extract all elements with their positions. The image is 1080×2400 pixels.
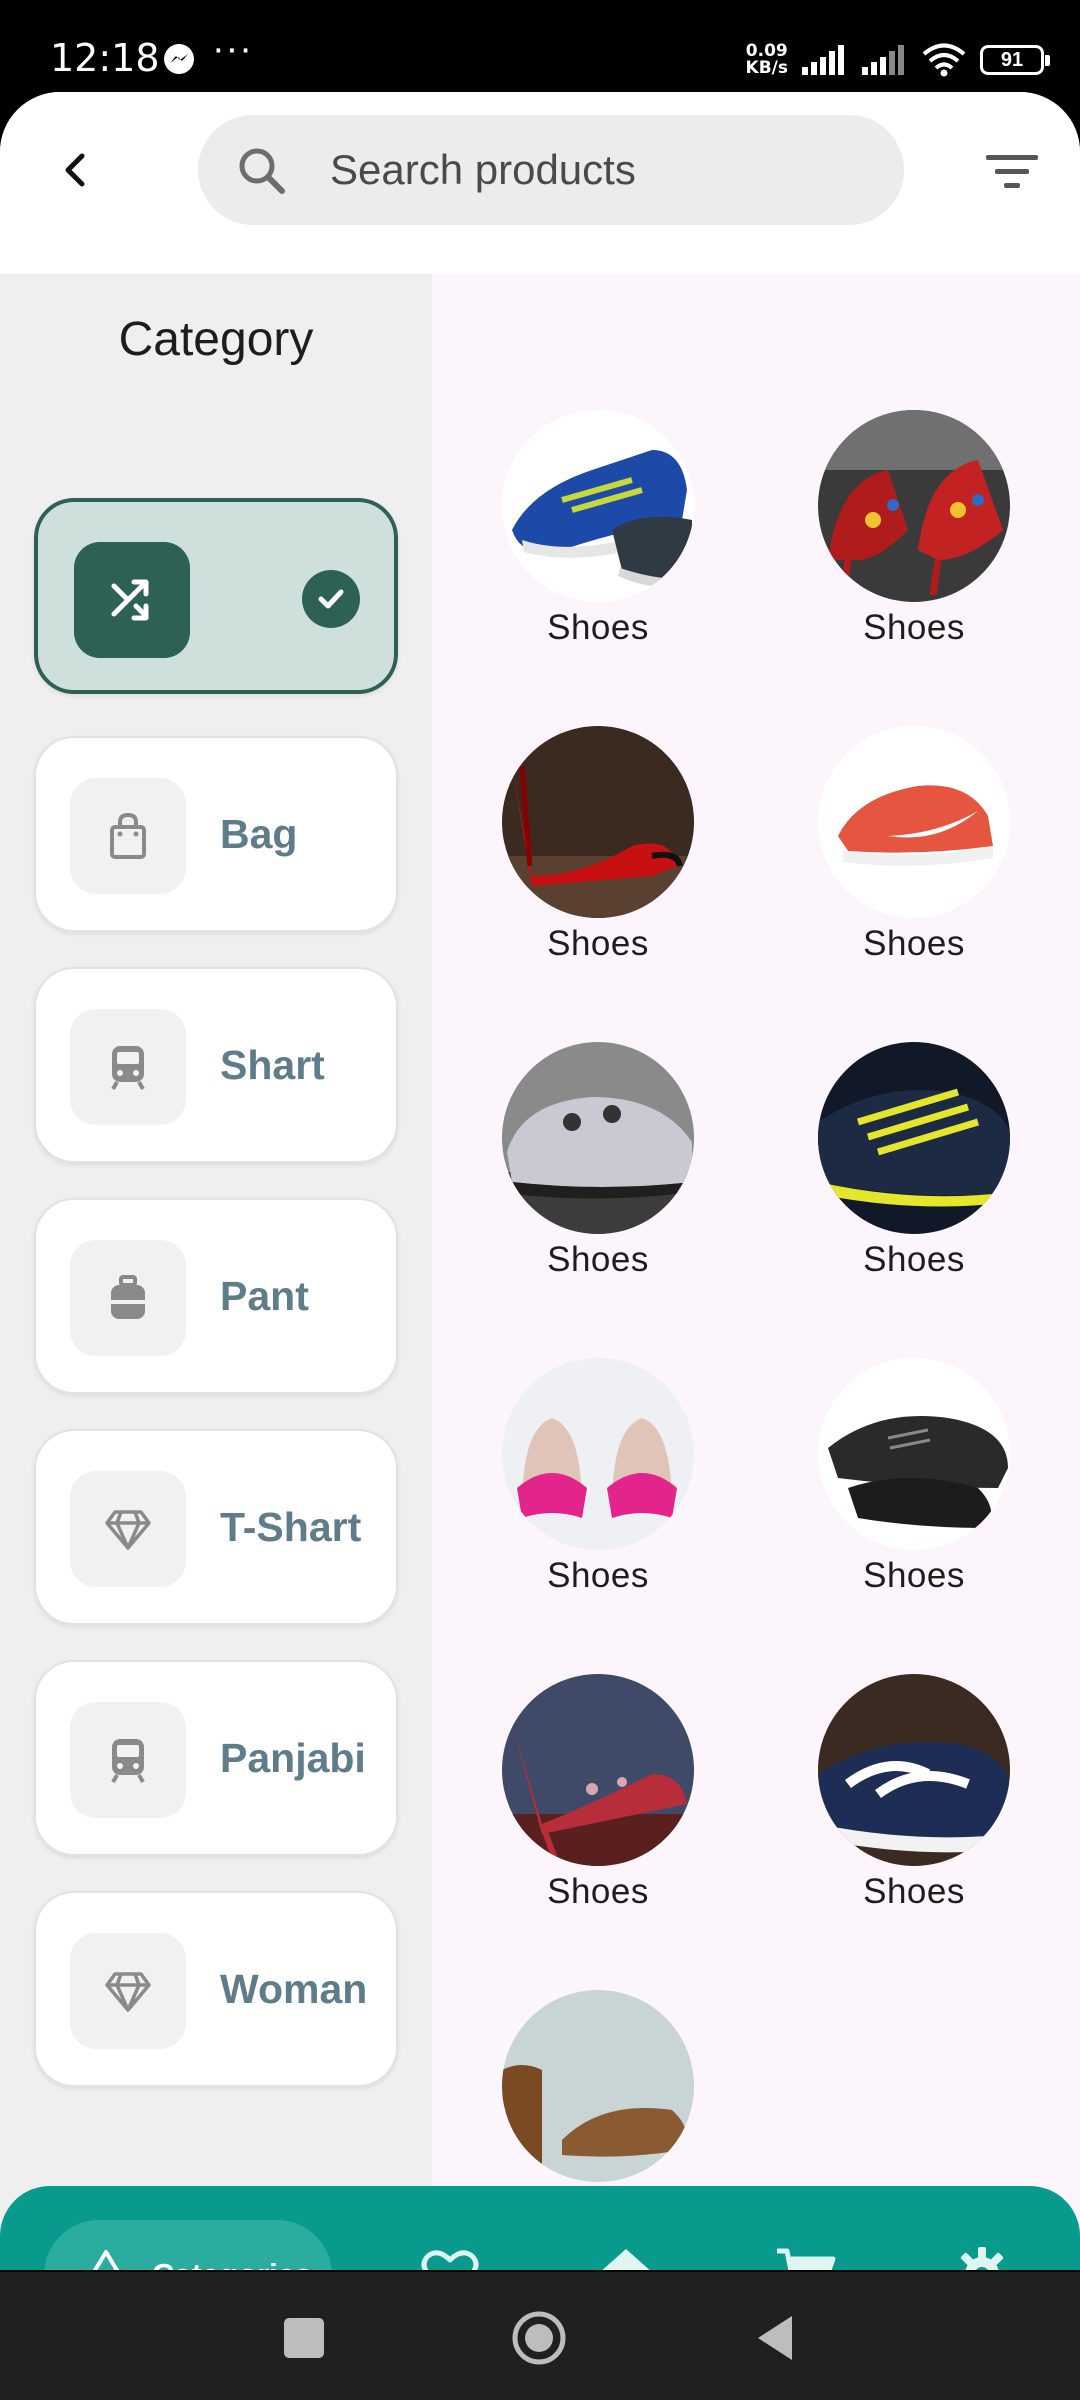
product-image-black-leather-shoes [818,1358,1010,1550]
product-grid: Shoes Shoes Shoes Shoes Shoes Shoes Shoe… [432,274,1080,2270]
product-image-floral-high-heels [818,410,1010,602]
category-label: Panjabi [220,1735,366,1781]
product-image-brown-worn-shoes [502,1990,694,2182]
status-time: 12:18 [50,36,160,80]
shuffle-icon [111,579,149,621]
search-icon [239,148,285,194]
product-name: Shoes [863,924,965,963]
product-card[interactable] [498,1990,698,2188]
product-image-red-high-heels [502,726,694,918]
wifi-icon [922,43,966,77]
product-name: Shoes [863,1556,965,1595]
category-label: Shart [220,1042,325,1088]
product-name: Shoes [547,924,649,963]
nav-categories-label: Categories [152,2220,312,2270]
messenger-icon [164,44,194,74]
suitcase-icon [111,1275,145,1319]
heart-icon [421,2250,479,2270]
product-name: Shoes [863,1872,965,1911]
home-icon [602,2249,650,2270]
chevron-left-icon [65,153,85,187]
product-name: Shoes [547,1872,649,1911]
signal-icon-2 [862,45,904,75]
category-item-pant[interactable]: Pant [34,1198,398,1394]
back-button[interactable] [48,142,104,198]
category-label: Woman [220,1966,368,2012]
cart-icon [777,2248,836,2270]
category-label: Bag [220,811,298,857]
product-card[interactable]: Shoes [814,726,1014,964]
category-label: Pant [220,1273,309,1319]
nav-cart[interactable] [774,2242,838,2270]
product-image-orange-nike-sneaker [818,726,1010,918]
category-label: T-Shart [220,1504,362,1550]
category-item-woman[interactable]: Woman [34,1891,398,2087]
check-icon [302,570,360,628]
status-indicators: 0.09 KB/s 91 [746,38,1050,82]
diamond-icon [105,1972,151,2012]
search-input[interactable] [330,115,870,225]
category-icon-box [70,1702,186,1818]
product-card[interactable]: Shoes [498,1674,698,1912]
category-icon-box [70,1009,186,1125]
product-image-grey-cycling-shoes [502,1042,694,1234]
train-icon [111,1046,145,1090]
train-icon [111,1739,145,1783]
shopping-bag-icon [110,812,146,859]
battery-level: 91 [1000,48,1024,71]
product-name: Shoes [547,1240,649,1279]
product-image-black-yellow-sneakers [818,1042,1010,1234]
category-icon-box [70,778,186,894]
category-item-all[interactable] [34,498,398,694]
filter-icon[interactable] [984,147,1040,195]
bottom-navigation: Categories [0,2186,1080,2270]
product-image-navy-white-sneakers [818,1674,1010,1866]
category-panel: Category Bag Shart Pant T-Shart Panjabi … [0,274,432,2270]
category-title: Category [118,313,314,366]
category-item-t-shart[interactable]: T-Shart [34,1429,398,1625]
category-item-shart[interactable]: Shart [34,967,398,1163]
category-item-panjabi[interactable]: Panjabi [34,1660,398,1856]
recent-apps-icon[interactable] [278,2312,330,2364]
product-card[interactable]: Shoes [498,410,698,648]
more-notifications-icon: ··· [212,28,253,70]
search-bar[interactable] [198,115,904,225]
categories-icon [92,2250,120,2270]
nav-categories[interactable]: Categories [44,2220,332,2270]
product-name: Shoes [863,1240,965,1279]
product-name: Shoes [863,608,965,647]
category-icon-box [70,1471,186,1587]
product-image-pink-bow-heels [502,1358,694,1550]
gear-icon [960,2247,1004,2270]
product-card[interactable]: Shoes [498,726,698,964]
product-card[interactable]: Shoes [498,1042,698,1280]
network-speed: 0.09 KB/s [746,43,788,77]
product-name: Shoes [547,1556,649,1595]
back-triangle-icon[interactable] [752,2312,804,2364]
battery-icon: 91 [980,45,1050,75]
product-image-blue-sneakers [502,410,694,602]
nav-favorites[interactable] [418,2242,482,2270]
home-button-icon[interactable] [510,2309,568,2367]
product-image-red-patterned-heels [502,1674,694,1866]
category-icon-box [70,1240,186,1356]
nav-settings[interactable] [950,2242,1014,2270]
header [0,92,1080,274]
product-card[interactable]: Shoes [814,1042,1014,1280]
product-name: Shoes [547,608,649,647]
product-card[interactable]: Shoes [814,410,1014,648]
system-navigation-bar [0,2272,1080,2400]
product-card[interactable]: Shoes [814,1358,1014,1596]
app-screen: Category Bag [0,92,1080,2270]
network-speed-unit: KB/s [745,58,788,78]
diamond-icon [105,1510,151,1550]
nav-home[interactable] [594,2242,658,2270]
category-icon-box [70,1933,186,2049]
category-icon-box [74,542,190,658]
product-card[interactable]: Shoes [498,1358,698,1596]
signal-icon [802,45,844,75]
category-item-bag[interactable]: Bag [34,736,398,932]
product-card[interactable]: Shoes [814,1674,1014,1912]
